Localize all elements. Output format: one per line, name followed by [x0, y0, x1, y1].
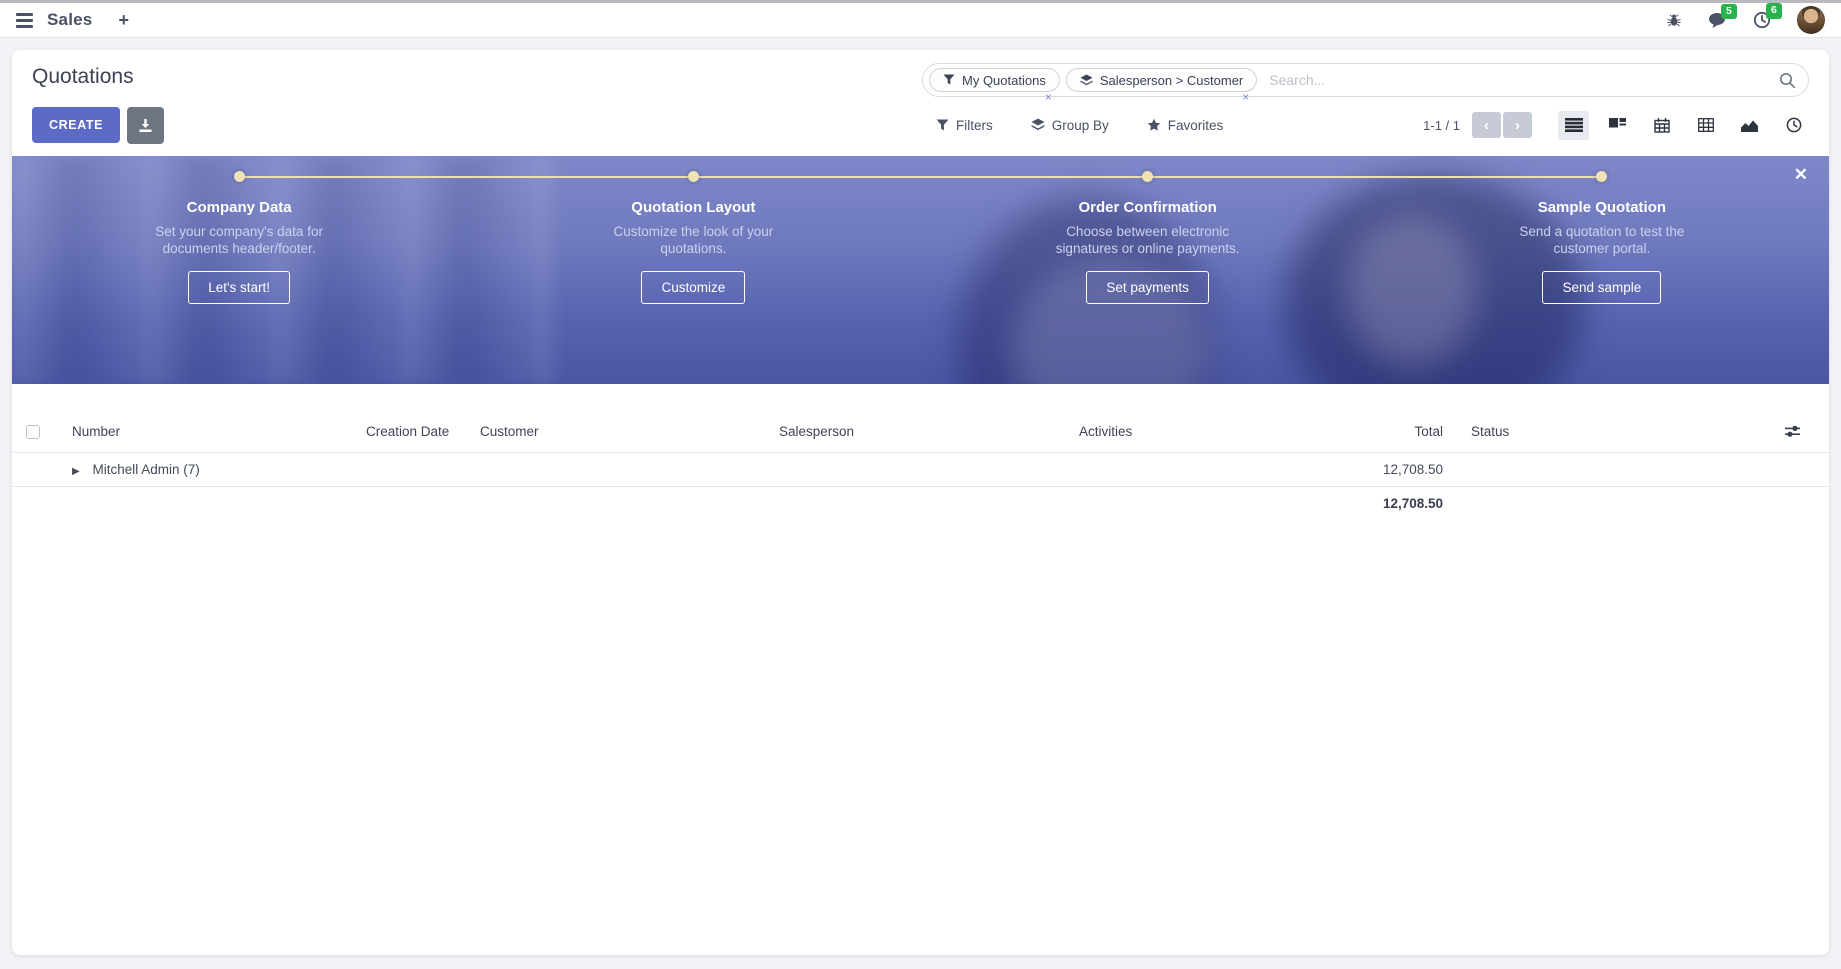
optional-columns-icon[interactable]	[1785, 425, 1800, 438]
timeline-dot	[688, 171, 699, 182]
select-all-checkbox[interactable]	[26, 425, 40, 439]
graph-view-button[interactable]	[1734, 111, 1765, 140]
group-label: Mitchell Admin (7)	[92, 462, 199, 477]
activity-view-button[interactable]	[1778, 111, 1809, 140]
kanban-view-button[interactable]	[1602, 111, 1633, 140]
table-header-row: Number Creation Date Customer Salesperso…	[12, 415, 1829, 453]
column-header-total[interactable]: Total	[1270, 415, 1457, 453]
layers-icon	[1031, 118, 1045, 132]
group-by-menu[interactable]: Group By	[1031, 118, 1109, 133]
export-download-button[interactable]	[127, 107, 164, 144]
timeline-dot	[234, 171, 245, 182]
search-input[interactable]: Search...	[1269, 72, 1779, 88]
content-card: Quotations My Quotations ×	[12, 50, 1829, 955]
search-icon[interactable]	[1779, 72, 1796, 89]
messages-icon[interactable]: 5	[1708, 12, 1727, 29]
column-header-status[interactable]: Status	[1457, 415, 1771, 453]
lets-start-button[interactable]: Let's start!	[188, 271, 290, 304]
column-header-activities[interactable]: Activities	[1065, 415, 1270, 453]
filter-funnel-icon	[943, 74, 955, 86]
customize-button[interactable]: Customize	[641, 271, 745, 304]
onboarding-step-quotation-layout: Quotation Layout Customize the look of y…	[466, 171, 920, 304]
favorites-label: Favorites	[1168, 118, 1224, 133]
pager-next-button[interactable]: ›	[1503, 112, 1532, 138]
banner-close-icon[interactable]: ✕	[1794, 165, 1808, 185]
group-by-label: Group By	[1052, 118, 1109, 133]
search-bar[interactable]: My Quotations × Salesperson > Customer ×…	[922, 63, 1809, 97]
graph-view-icon	[1741, 118, 1758, 132]
step-description: Choose between electronic signatures or …	[1040, 224, 1255, 258]
activity-view-icon	[1786, 117, 1802, 133]
pager: 1-1 / 1 ‹ ›	[1423, 112, 1532, 138]
step-description: Set your company's data for documents he…	[132, 224, 347, 258]
app-name[interactable]: Sales	[47, 10, 92, 30]
messages-badge: 5	[1721, 4, 1737, 20]
pivot-view-icon	[1698, 118, 1714, 132]
star-icon	[1147, 118, 1161, 132]
group-row-mitchell-admin[interactable]: ▶ Mitchell Admin (7) 12,708.50	[12, 453, 1829, 487]
quotations-list: Number Creation Date Customer Salesperso…	[12, 415, 1829, 520]
activities-clock-icon[interactable]: 6	[1753, 11, 1771, 29]
column-header-creation-date[interactable]: Creation Date	[352, 415, 466, 453]
facet-label: My Quotations	[962, 73, 1046, 88]
pivot-view-button[interactable]	[1690, 111, 1721, 140]
user-avatar[interactable]	[1797, 6, 1825, 34]
set-payments-button[interactable]: Set payments	[1086, 271, 1209, 304]
timeline-dot	[1596, 171, 1607, 182]
step-title: Sample Quotation	[1538, 199, 1666, 216]
column-header-salesperson[interactable]: Salesperson	[765, 415, 1065, 453]
filters-label: Filters	[956, 118, 993, 133]
onboarding-step-order-confirmation: Order Confirmation Choose between electr…	[921, 171, 1375, 304]
debug-bug-icon[interactable]	[1666, 12, 1682, 28]
group-expand-caret-icon[interactable]: ▶	[72, 466, 80, 477]
view-switcher	[1558, 111, 1809, 140]
step-description: Send a quotation to test the customer po…	[1494, 224, 1709, 258]
onboarding-step-sample-quotation: Sample Quotation Send a quotation to tes…	[1375, 171, 1829, 304]
calendar-view-button[interactable]	[1646, 111, 1677, 140]
step-title: Order Confirmation	[1078, 199, 1216, 216]
column-header-number[interactable]: Number	[58, 415, 352, 453]
footer-total: 12,708.50	[1270, 487, 1457, 521]
search-facet-groupby[interactable]: Salesperson > Customer ×	[1066, 68, 1257, 92]
search-menus: Filters Group By	[922, 118, 1223, 133]
page-title: Quotations	[32, 63, 134, 89]
timeline-dot	[1142, 171, 1153, 182]
layers-icon	[1080, 74, 1093, 87]
favorites-menu[interactable]: Favorites	[1147, 118, 1224, 133]
list-view-button[interactable]	[1558, 111, 1589, 140]
create-button[interactable]: CREATE	[32, 107, 120, 143]
kanban-view-icon	[1609, 118, 1626, 132]
list-view-icon	[1565, 118, 1583, 132]
column-header-customer[interactable]: Customer	[466, 415, 765, 453]
plus-icon[interactable]: +	[118, 11, 129, 29]
control-panel: Quotations My Quotations ×	[12, 50, 1829, 144]
page-background: Quotations My Quotations ×	[0, 38, 1841, 967]
group-total: 12,708.50	[1270, 453, 1457, 487]
search-facet-my-quotations[interactable]: My Quotations ×	[929, 68, 1060, 92]
table-footer-row: 12,708.50	[12, 487, 1829, 521]
onboarding-banner: ✕ Company Data Set your company's data f…	[12, 156, 1829, 384]
step-title: Quotation Layout	[631, 199, 755, 216]
onboarding-step-company-data: Company Data Set your company's data for…	[12, 171, 466, 304]
pager-range: 1-1 / 1	[1423, 118, 1460, 133]
download-icon	[138, 118, 153, 133]
filters-menu[interactable]: Filters	[936, 118, 993, 133]
step-description: Customize the look of your quotations.	[586, 224, 801, 258]
top-navbar: Sales + 5 6	[0, 3, 1841, 38]
apps-menu-icon[interactable]	[16, 13, 33, 28]
activities-badge: 6	[1766, 3, 1782, 19]
pager-prev-button[interactable]: ‹	[1472, 112, 1501, 138]
filter-funnel-icon	[936, 119, 949, 132]
send-sample-button[interactable]: Send sample	[1542, 271, 1661, 304]
facet-remove-icon[interactable]: ×	[1242, 90, 1249, 104]
facet-remove-icon[interactable]: ×	[1045, 90, 1052, 104]
facet-label: Salesperson > Customer	[1100, 73, 1243, 88]
step-title: Company Data	[187, 199, 292, 216]
calendar-view-icon	[1654, 118, 1670, 133]
